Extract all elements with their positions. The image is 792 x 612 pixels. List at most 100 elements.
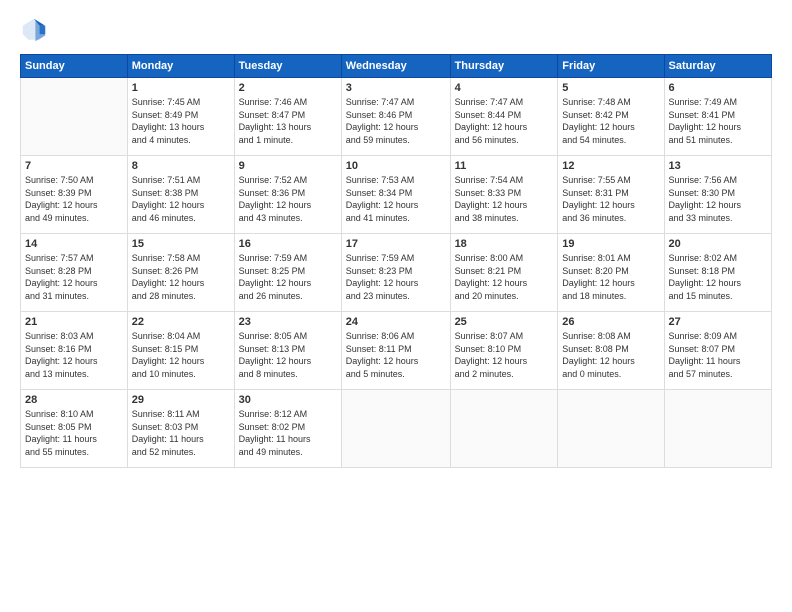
calendar-cell	[450, 390, 558, 468]
day-number: 14	[25, 238, 123, 250]
day-info: Sunrise: 8:01 AMSunset: 8:20 PMDaylight:…	[562, 252, 659, 302]
day-number: 7	[25, 160, 123, 172]
day-info: Sunrise: 7:52 AMSunset: 8:36 PMDaylight:…	[239, 174, 337, 224]
day-info: Sunrise: 7:51 AMSunset: 8:38 PMDaylight:…	[132, 174, 230, 224]
day-info: Sunrise: 8:00 AMSunset: 8:21 PMDaylight:…	[455, 252, 554, 302]
calendar-cell: 12 Sunrise: 7:55 AMSunset: 8:31 PMDayligh…	[558, 156, 664, 234]
calendar-cell: 24 Sunrise: 8:06 AMSunset: 8:11 PMDayligh…	[341, 312, 450, 390]
day-info: Sunrise: 7:47 AMSunset: 8:46 PMDaylight:…	[346, 96, 446, 146]
day-number: 16	[239, 238, 337, 250]
calendar-cell	[558, 390, 664, 468]
weekday-header-saturday: Saturday	[664, 55, 771, 78]
calendar-cell: 26 Sunrise: 8:08 AMSunset: 8:08 PMDayligh…	[558, 312, 664, 390]
calendar-cell: 29 Sunrise: 8:11 AMSunset: 8:03 PMDayligh…	[127, 390, 234, 468]
weekday-header-monday: Monday	[127, 55, 234, 78]
day-number: 29	[132, 394, 230, 406]
day-number: 10	[346, 160, 446, 172]
day-info: Sunrise: 7:50 AMSunset: 8:39 PMDaylight:…	[25, 174, 123, 224]
day-number: 11	[455, 160, 554, 172]
day-number: 26	[562, 316, 659, 328]
header	[20, 16, 772, 44]
day-info: Sunrise: 7:45 AMSunset: 8:49 PMDaylight:…	[132, 96, 230, 146]
day-info: Sunrise: 8:09 AMSunset: 8:07 PMDaylight:…	[669, 330, 767, 380]
day-number: 3	[346, 82, 446, 94]
day-info: Sunrise: 7:46 AMSunset: 8:47 PMDaylight:…	[239, 96, 337, 146]
day-number: 9	[239, 160, 337, 172]
day-info: Sunrise: 7:55 AMSunset: 8:31 PMDaylight:…	[562, 174, 659, 224]
day-info: Sunrise: 8:08 AMSunset: 8:08 PMDaylight:…	[562, 330, 659, 380]
day-number: 30	[239, 394, 337, 406]
week-row-3: 14 Sunrise: 7:57 AMSunset: 8:28 PMDayligh…	[21, 234, 772, 312]
day-number: 2	[239, 82, 337, 94]
calendar-cell: 4Sunrise: 7:47 AMSunset: 8:44 PMDaylight…	[450, 78, 558, 156]
calendar-cell: 8 Sunrise: 7:51 AMSunset: 8:38 PMDaylight…	[127, 156, 234, 234]
day-number: 21	[25, 316, 123, 328]
calendar-cell: 25 Sunrise: 8:07 AMSunset: 8:10 PMDayligh…	[450, 312, 558, 390]
day-info: Sunrise: 8:02 AMSunset: 8:18 PMDaylight:…	[669, 252, 767, 302]
calendar-cell	[664, 390, 771, 468]
calendar-cell: 14 Sunrise: 7:57 AMSunset: 8:28 PMDayligh…	[21, 234, 128, 312]
calendar-cell: 2 Sunrise: 7:46 AMSunset: 8:47 PMDaylight…	[234, 78, 341, 156]
day-info: Sunrise: 7:58 AMSunset: 8:26 PMDaylight:…	[132, 252, 230, 302]
calendar-cell: 20 Sunrise: 8:02 AMSunset: 8:18 PMDayligh…	[664, 234, 771, 312]
day-number: 19	[562, 238, 659, 250]
day-info: Sunrise: 8:12 AMSunset: 8:02 PMDaylight:…	[239, 408, 337, 458]
calendar-cell: 23 Sunrise: 8:05 AMSunset: 8:13 PMDayligh…	[234, 312, 341, 390]
page: SundayMondayTuesdayWednesdayThursdayFrid…	[0, 0, 792, 612]
day-info: Sunrise: 7:59 AMSunset: 8:23 PMDaylight:…	[346, 252, 446, 302]
weekday-header-row: SundayMondayTuesdayWednesdayThursdayFrid…	[21, 55, 772, 78]
day-info: Sunrise: 8:05 AMSunset: 8:13 PMDaylight:…	[239, 330, 337, 380]
calendar-cell: 13Sunrise: 7:56 AMSunset: 8:30 PMDayligh…	[664, 156, 771, 234]
calendar-table: SundayMondayTuesdayWednesdayThursdayFrid…	[20, 54, 772, 468]
day-number: 4	[455, 82, 554, 94]
calendar-cell: 7 Sunrise: 7:50 AMSunset: 8:39 PMDaylight…	[21, 156, 128, 234]
calendar-cell: 28 Sunrise: 8:10 AMSunset: 8:05 PMDayligh…	[21, 390, 128, 468]
day-info: Sunrise: 8:06 AMSunset: 8:11 PMDaylight:…	[346, 330, 446, 380]
day-info: Sunrise: 8:10 AMSunset: 8:05 PMDaylight:…	[25, 408, 123, 458]
day-number: 24	[346, 316, 446, 328]
day-info: Sunrise: 8:03 AMSunset: 8:16 PMDaylight:…	[25, 330, 123, 380]
calendar-cell: 10 Sunrise: 7:53 AMSunset: 8:34 PMDayligh…	[341, 156, 450, 234]
day-number: 20	[669, 238, 767, 250]
day-info: Sunrise: 7:53 AMSunset: 8:34 PMDaylight:…	[346, 174, 446, 224]
calendar-cell: 1Sunrise: 7:45 AMSunset: 8:49 PMDaylight…	[127, 78, 234, 156]
logo	[20, 16, 52, 44]
day-info: Sunrise: 8:11 AMSunset: 8:03 PMDaylight:…	[132, 408, 230, 458]
weekday-header-friday: Friday	[558, 55, 664, 78]
calendar-cell: 17 Sunrise: 7:59 AMSunset: 8:23 PMDayligh…	[341, 234, 450, 312]
day-info: Sunrise: 7:49 AMSunset: 8:41 PMDaylight:…	[669, 96, 767, 146]
day-number: 13	[669, 160, 767, 172]
day-number: 6	[669, 82, 767, 94]
day-info: Sunrise: 7:54 AMSunset: 8:33 PMDaylight:…	[455, 174, 554, 224]
day-number: 8	[132, 160, 230, 172]
day-number: 27	[669, 316, 767, 328]
calendar-cell	[21, 78, 128, 156]
calendar-cell: 22Sunrise: 8:04 AMSunset: 8:15 PMDayligh…	[127, 312, 234, 390]
day-info: Sunrise: 7:57 AMSunset: 8:28 PMDaylight:…	[25, 252, 123, 302]
week-row-1: 1Sunrise: 7:45 AMSunset: 8:49 PMDaylight…	[21, 78, 772, 156]
day-number: 25	[455, 316, 554, 328]
weekday-header-wednesday: Wednesday	[341, 55, 450, 78]
logo-icon	[20, 16, 48, 44]
day-number: 17	[346, 238, 446, 250]
calendar-cell	[341, 390, 450, 468]
calendar-cell: 3 Sunrise: 7:47 AMSunset: 8:46 PMDaylight…	[341, 78, 450, 156]
weekday-header-thursday: Thursday	[450, 55, 558, 78]
calendar-cell: 6 Sunrise: 7:49 AMSunset: 8:41 PMDaylight…	[664, 78, 771, 156]
day-number: 18	[455, 238, 554, 250]
day-number: 22	[132, 316, 230, 328]
day-info: Sunrise: 7:48 AMSunset: 8:42 PMDaylight:…	[562, 96, 659, 146]
calendar-cell: 19 Sunrise: 8:01 AMSunset: 8:20 PMDayligh…	[558, 234, 664, 312]
day-number: 12	[562, 160, 659, 172]
calendar-cell: 27 Sunrise: 8:09 AMSunset: 8:07 PMDayligh…	[664, 312, 771, 390]
day-number: 28	[25, 394, 123, 406]
calendar-cell: 5Sunrise: 7:48 AMSunset: 8:42 PMDaylight…	[558, 78, 664, 156]
calendar-cell: 15Sunrise: 7:58 AMSunset: 8:26 PMDayligh…	[127, 234, 234, 312]
weekday-header-tuesday: Tuesday	[234, 55, 341, 78]
day-info: Sunrise: 8:07 AMSunset: 8:10 PMDaylight:…	[455, 330, 554, 380]
week-row-2: 7 Sunrise: 7:50 AMSunset: 8:39 PMDaylight…	[21, 156, 772, 234]
calendar-cell: 16Sunrise: 7:59 AMSunset: 8:25 PMDayligh…	[234, 234, 341, 312]
day-number: 23	[239, 316, 337, 328]
calendar-cell: 18 Sunrise: 8:00 AMSunset: 8:21 PMDayligh…	[450, 234, 558, 312]
calendar-cell: 30 Sunrise: 8:12 AMSunset: 8:02 PMDayligh…	[234, 390, 341, 468]
